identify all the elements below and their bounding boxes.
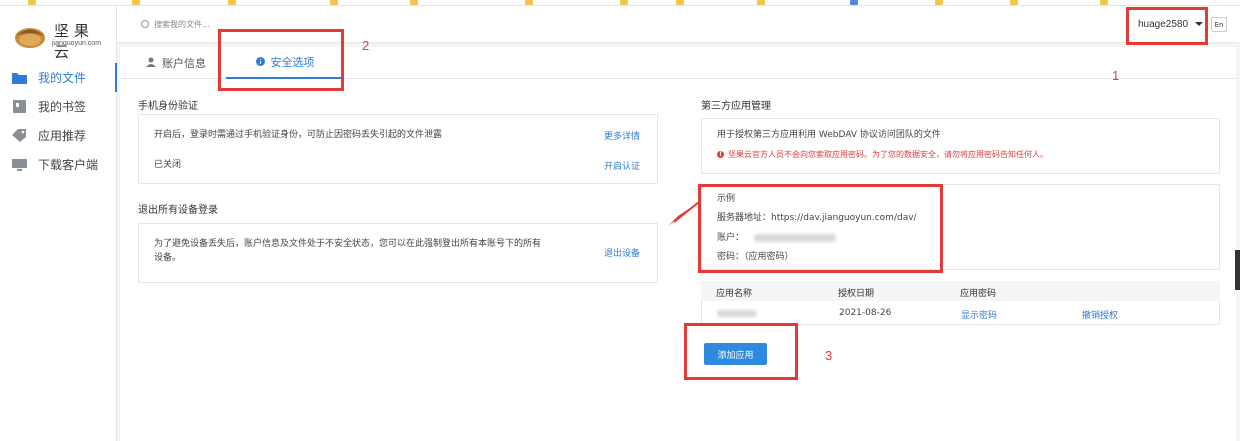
- bookmark-icon[interactable]: [850, 0, 858, 5]
- table-row: 2021-08-26 显示密码 撤销授权: [701, 301, 1220, 325]
- annotation-number-2: 2: [362, 38, 370, 53]
- tab-account-info[interactable]: 账户信息: [146, 47, 206, 79]
- scrollbar-thumb[interactable]: [1235, 250, 1240, 290]
- settings-panel: 账户信息 安全选项 手机身份验证 开启后，登录时需通过手机验证身份，可防止因密码…: [120, 47, 1236, 441]
- annotation-arrow-icon: [668, 201, 700, 226]
- language-button[interactable]: En: [1211, 17, 1227, 32]
- main-area: 账户信息 安全选项 手机身份验证 开启后，登录时需通过手机验证身份，可防止因密码…: [117, 43, 1240, 441]
- logout-devices-link[interactable]: 退出设备: [604, 246, 640, 259]
- enable-verify-link[interactable]: 开启认证: [604, 159, 640, 172]
- col-app-password: 应用密码: [960, 289, 997, 299]
- search-box[interactable]: 搜索我的文件...: [141, 16, 210, 32]
- sidebar-item-label: 我的文件: [38, 71, 87, 85]
- third-party-info-card: 用于授权第三方应用利用 WebDAV 协议访问团队的文件 ! 坚果云官方人员不会…: [701, 118, 1220, 174]
- app-name-redacted: [717, 310, 757, 317]
- phone-verify-card: 开启后，登录时需通过手机验证身份，可防止因密码丢失引起的文件泄露 更多详情 已关…: [138, 114, 658, 184]
- bookmark-icon[interactable]: [1010, 0, 1018, 5]
- bookmark-icon[interactable]: [620, 0, 628, 5]
- bookmark-icon[interactable]: [676, 0, 684, 5]
- logo[interactable]: 坚果云 jianguoyun.com: [14, 18, 106, 61]
- bookmark-icon[interactable]: [330, 0, 338, 5]
- bookmark-icon[interactable]: [28, 0, 36, 5]
- search-input[interactable]: 搜索我的文件...: [154, 19, 210, 30]
- nut-logo-icon: [15, 28, 45, 48]
- logout-all-desc-line1: 为了避免设备丢失后，账户信息及文件处于不安全状态，您可以在此强制登出所有本账号下…: [154, 239, 542, 249]
- sidebar-item-app-recommend[interactable]: 应用推荐: [0, 121, 117, 150]
- logout-all-card: 为了避免设备丢失后，账户信息及文件处于不安全状态，您可以在此强制登出所有本账号下…: [138, 223, 658, 283]
- bookmark-icon[interactable]: [228, 0, 236, 5]
- col-app-name: 应用名称: [716, 289, 753, 299]
- monitor-icon: [12, 158, 27, 171]
- revoke-auth-link[interactable]: 撤销授权: [1082, 308, 1118, 321]
- annotation-box-3: [684, 323, 798, 380]
- sidebar: 坚果云 jianguoyun.com 我的文件 我的书签 应用推荐 下载客户端: [0, 6, 117, 441]
- sidebar-item-my-files[interactable]: 我的文件: [0, 63, 117, 92]
- third-party-desc: 用于授权第三方应用利用 WebDAV 协议访问团队的文件: [717, 130, 941, 140]
- sidebar-item-label: 我的书签: [38, 100, 87, 114]
- logout-all-desc-line2: 设备。: [154, 253, 182, 263]
- more-details-link[interactable]: 更多详情: [604, 129, 640, 142]
- logo-domain: jianguoyun.com: [52, 40, 102, 47]
- warning-text: 坚果云官方人员不会向您索取应用密码。为了您的数据安全，请勿将应用密码告知任何人。: [728, 150, 1048, 159]
- annotation-number-1: 1: [1112, 68, 1120, 83]
- tab-label: 账户信息: [162, 57, 206, 70]
- sidebar-item-bookmarks[interactable]: 我的书签: [0, 92, 117, 121]
- phone-verify-status: 已关闭: [154, 160, 182, 170]
- auth-date: 2021-08-26: [839, 308, 892, 318]
- sidebar-item-label: 下载客户端: [38, 158, 99, 172]
- folder-icon: [12, 71, 27, 84]
- warning-icon: !: [717, 151, 724, 158]
- third-party-title: 第三方应用管理: [701, 101, 771, 112]
- user-icon: [146, 57, 156, 70]
- app-table-header: 应用名称 授权日期 应用密码: [701, 281, 1220, 301]
- bookmark-icon[interactable]: [935, 0, 943, 5]
- phone-verify-title: 手机身份验证: [138, 101, 198, 112]
- bookmark-icon: [12, 100, 27, 113]
- annotation-box-example: [698, 184, 943, 273]
- annotation-box-2: [218, 29, 344, 91]
- search-icon: [141, 20, 149, 28]
- sidebar-item-label: 应用推荐: [38, 129, 87, 143]
- annotation-number-3: 3: [825, 348, 833, 363]
- bookmark-icon[interactable]: [757, 0, 765, 5]
- show-password-link[interactable]: 显示密码: [961, 308, 997, 321]
- tag-icon: [12, 129, 27, 142]
- bookmark-icon[interactable]: [132, 0, 140, 5]
- col-auth-date: 授权日期: [838, 289, 875, 299]
- annotation-box-1: [1126, 7, 1208, 45]
- sidebar-item-download-client[interactable]: 下载客户端: [0, 150, 117, 179]
- bookmark-icon[interactable]: [525, 0, 533, 5]
- bookmark-icon[interactable]: [410, 0, 418, 5]
- bookmark-icon[interactable]: [1100, 0, 1108, 5]
- security-warning: ! 坚果云官方人员不会向您索取应用密码。为了您的数据安全，请勿将应用密码告知任何…: [717, 149, 1048, 160]
- logout-all-title: 退出所有设备登录: [138, 205, 218, 216]
- phone-verify-desc: 开启后，登录时需通过手机验证身份，可防止因密码丢失引起的文件泄露: [154, 130, 443, 140]
